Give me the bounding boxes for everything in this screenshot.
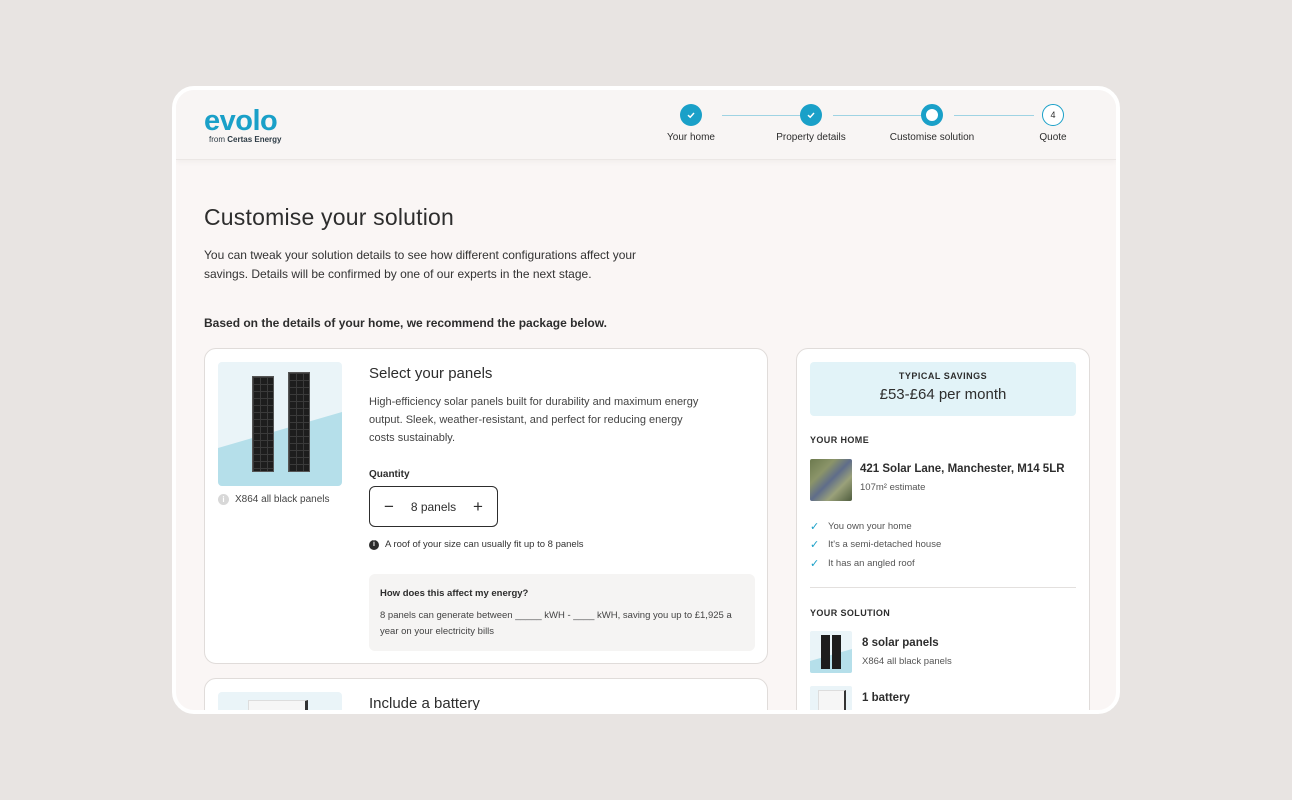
check-icon: ✓	[810, 520, 820, 533]
section-divider	[810, 587, 1076, 588]
savings-amount: £53-£64 per month	[879, 386, 1007, 403]
step-your-home[interactable]: Your home	[641, 104, 741, 143]
summary-card: TYPICAL SAVINGS £53-£64 per month YOUR H…	[796, 348, 1090, 710]
panel-caption: i X864 all black panels	[218, 494, 330, 505]
list-item: ✓ It's a semi-detached house	[810, 539, 942, 552]
panels-card: i X864 all black panels Select your pane…	[204, 348, 768, 664]
your-solution-heading: YOUR SOLUTION	[810, 608, 891, 618]
battery-graphic	[248, 700, 308, 710]
quantity-value: 8 panels	[410, 499, 457, 514]
check-icon: ✓	[810, 557, 820, 570]
step-number: 4	[1042, 104, 1064, 126]
aerial-house-image	[810, 459, 852, 501]
typical-savings-box: TYPICAL SAVINGS £53-£64 per month	[810, 362, 1076, 416]
quantity-label: Quantity	[369, 469, 410, 480]
check-icon: ✓	[810, 539, 820, 552]
solution-item-name: 8 solar panels	[862, 637, 939, 649]
solution-item-name: 1 battery	[862, 692, 910, 704]
logo-subtitle: from Certas Energy	[209, 135, 282, 144]
current-step-indicator	[921, 104, 943, 126]
solution-item-panels: 8 solar panels X864 all black panels	[810, 631, 1080, 673]
panel-graphic	[821, 635, 830, 669]
home-size: 107m² estimate	[860, 482, 926, 493]
battery-image	[218, 692, 342, 710]
evolo-logo[interactable]: evolo from Certas Energy	[204, 106, 281, 144]
recommendation-text: Based on the details of your home, we re…	[204, 316, 607, 330]
info-icon: i	[369, 539, 379, 550]
panel-graphic	[288, 372, 310, 472]
solar-panel-thumbnail	[810, 631, 852, 673]
savings-label: TYPICAL SAVINGS	[898, 371, 988, 381]
step-label: Customise solution	[889, 132, 975, 143]
step-label: Your home	[667, 132, 715, 143]
minus-button[interactable]: −	[382, 498, 396, 515]
list-item: ✓ You own your home	[810, 520, 912, 533]
step-property-details[interactable]: Property details	[761, 104, 861, 143]
logo-wordmark: evolo	[204, 105, 278, 137]
panel-graphic	[832, 635, 841, 669]
solution-item-sub: X864 all black panels	[862, 656, 952, 667]
plus-button[interactable]: +	[471, 498, 485, 515]
energy-question: How does this affect my energy?	[380, 588, 529, 599]
progress-stepper: Your home Property details Customise sol…	[660, 104, 1080, 150]
roof-hint: i A roof of your size can usually fit up…	[369, 539, 584, 550]
energy-answer: 8 panels can generate between _____ kWH …	[380, 610, 732, 637]
check-icon	[800, 104, 822, 126]
quantity-stepper: − 8 panels +	[369, 486, 498, 527]
home-address: 421 Solar Lane, Manchester, M14 5LR	[860, 463, 1065, 475]
page-title: Customise your solution	[204, 204, 455, 230]
list-item: ✓ It has an angled roof	[810, 557, 915, 570]
top-header: evolo from Certas Energy Your home Prope…	[176, 90, 1116, 160]
app-window: evolo from Certas Energy Your home Prope…	[172, 86, 1120, 714]
solar-panel-image	[218, 362, 342, 486]
panels-description: High-efficiency solar panels built for d…	[369, 396, 699, 444]
page-intro: You can tweak your solution details to s…	[204, 248, 637, 281]
solution-item-battery: 1 battery	[810, 686, 1080, 710]
panel-graphic	[252, 376, 274, 472]
step-label: Property details	[776, 132, 846, 143]
step-label: Quote	[1039, 132, 1067, 143]
home-checklist: ✓ You own your home ✓ It's a semi-detach…	[810, 517, 941, 573]
your-home-heading: YOUR HOME	[810, 435, 870, 445]
step-customise-solution[interactable]: Customise solution	[882, 104, 982, 143]
home-summary: 421 Solar Lane, Manchester, M14 5LR 107m…	[810, 459, 1080, 501]
battery-card: Include a battery	[204, 678, 768, 712]
panels-title: Select your panels	[369, 365, 493, 382]
info-icon[interactable]: i	[218, 494, 229, 505]
step-quote[interactable]: 4 Quote	[1003, 104, 1103, 143]
battery-title: Include a battery	[369, 695, 480, 712]
check-icon	[680, 104, 702, 126]
battery-graphic	[818, 690, 846, 710]
energy-info-box: How does this affect my energy? 8 panels…	[369, 574, 755, 651]
battery-thumbnail	[810, 686, 852, 710]
